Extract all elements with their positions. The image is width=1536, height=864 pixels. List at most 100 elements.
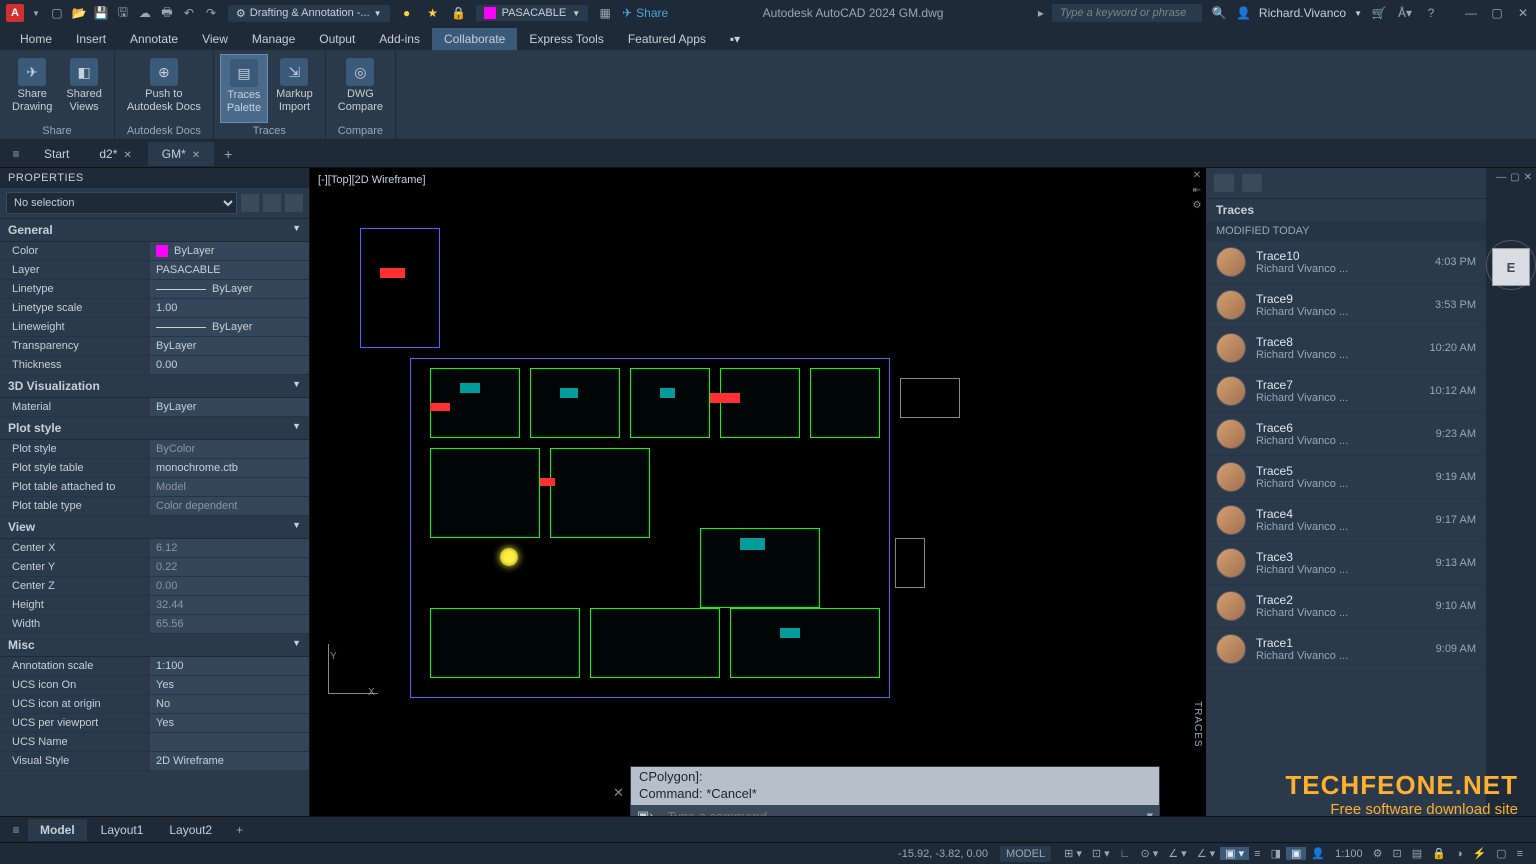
property-value[interactable]: monochrome.ctb (150, 459, 309, 477)
viewport-label[interactable]: [-][Top][2D Wireframe] (314, 172, 430, 188)
property-value[interactable]: 2D Wireframe (150, 752, 309, 770)
help-icon[interactable]: ? (1422, 4, 1440, 22)
trace-item[interactable]: Trace9 Richard Vivanco ... 3:53 PM (1206, 284, 1486, 327)
traces-settings-icon[interactable] (1242, 174, 1262, 192)
properties-body[interactable]: General▼ColorByLayerLayerPASACABLELinety… (0, 219, 309, 828)
share-button[interactable]: ✈ Share (622, 6, 668, 20)
trace-item[interactable]: Trace4 Richard Vivanco ... 9:17 AM (1206, 499, 1486, 542)
viewcube[interactable]: E (1492, 248, 1530, 286)
property-row[interactable]: ColorByLayer (0, 242, 309, 261)
property-row[interactable]: Thickness0.00 (0, 356, 309, 375)
doc-tabs-menu-icon[interactable]: ≡ (4, 147, 28, 161)
clean-screen-icon[interactable]: ▢ (1491, 847, 1511, 860)
coordinates-readout[interactable]: -15.92, -3.82, 0.00 (898, 848, 988, 860)
tab-home[interactable]: Home (8, 28, 64, 50)
redo-icon[interactable]: ↷ (202, 4, 220, 22)
property-value[interactable]: 0.00 (150, 356, 309, 374)
tab-output[interactable]: Output (307, 28, 367, 50)
tab-insert[interactable]: Insert (64, 28, 118, 50)
property-value[interactable]: PASACABLE (150, 261, 309, 279)
trace-item[interactable]: Trace2 Richard Vivanco ... 9:10 AM (1206, 585, 1486, 628)
property-row[interactable]: TransparencyByLayer (0, 337, 309, 356)
property-value[interactable]: 0.22 (150, 558, 309, 576)
property-row[interactable]: Annotation scale1:100 (0, 657, 309, 676)
property-category-header[interactable]: 3D Visualization▼ (0, 375, 309, 398)
property-row[interactable]: Plot table attached toModel (0, 478, 309, 497)
undo-icon[interactable]: ↶ (180, 4, 198, 22)
property-category-header[interactable]: Plot style▼ (0, 417, 309, 440)
otrack-toggle-icon[interactable]: ∠ ▾ (1192, 847, 1220, 860)
transparency-toggle-icon[interactable]: ◨ (1266, 847, 1286, 860)
property-row[interactable]: Linetype scale1.00 (0, 299, 309, 318)
layout-tab-layout2[interactable]: Layout2 (157, 819, 224, 841)
property-category-header[interactable]: Misc▼ (0, 634, 309, 657)
trace-item[interactable]: Trace3 Richard Vivanco ... 9:13 AM (1206, 542, 1486, 585)
property-value[interactable]: 65.56 (150, 615, 309, 633)
panel-close-icon[interactable]: ✕ (1188, 170, 1206, 181)
property-value[interactable]: 1:100 (150, 657, 309, 675)
toggle-pickadd-icon[interactable] (285, 194, 303, 212)
minimize-button[interactable]: — (1464, 6, 1478, 20)
property-value[interactable]: ByLayer (150, 398, 309, 416)
property-row[interactable]: Plot styleByColor (0, 440, 309, 459)
property-row[interactable]: MaterialByLayer (0, 398, 309, 417)
isolate-icon[interactable]: ◑ (1451, 848, 1468, 860)
property-value[interactable]: ByLayer (150, 318, 309, 336)
polar-toggle-icon[interactable]: ⊙ ▾ (1135, 847, 1163, 860)
markup-import-button[interactable]: ⇲Markup Import (270, 54, 319, 123)
new-tab-button[interactable]: + (216, 146, 240, 162)
app-logo[interactable]: A (6, 4, 24, 22)
lineweight-toggle-icon[interactable]: ≡ (1249, 848, 1265, 860)
cart-icon[interactable]: 🛒 (1370, 4, 1388, 22)
property-value[interactable]: ByLayer (150, 280, 309, 298)
new-layout-button[interactable]: + (226, 819, 253, 841)
tab-addins[interactable]: Add-ins (367, 28, 432, 50)
close-icon[interactable]: ✕ (123, 150, 131, 161)
property-value[interactable]: Model (150, 478, 309, 496)
doc-tab-start[interactable]: Start (30, 142, 83, 166)
property-row[interactable]: UCS Name (0, 733, 309, 752)
property-row[interactable]: Center X6.12 (0, 539, 309, 558)
snap-toggle-icon[interactable]: ⊡ ▾ (1087, 847, 1115, 860)
property-value[interactable]: 0.00 (150, 577, 309, 595)
property-value[interactable]: 32.44 (150, 596, 309, 614)
property-value[interactable]: ByLayer (150, 242, 309, 260)
property-value[interactable]: 6.12 (150, 539, 309, 557)
property-row[interactable]: UCS icon at originNo (0, 695, 309, 714)
modelspace-toggle[interactable]: MODEL (1000, 846, 1051, 862)
saveas-icon[interactable]: 🖫 (114, 4, 132, 22)
customize-icon[interactable]: ≡ (1512, 848, 1528, 860)
trace-item[interactable]: Trace1 Richard Vivanco ... 9:09 AM (1206, 628, 1486, 671)
panel-minimize-icon[interactable]: — (1496, 172, 1506, 183)
lock-ui-icon[interactable]: 🔒 (1427, 847, 1451, 860)
tab-annotate[interactable]: Annotate (118, 28, 190, 50)
tab-view[interactable]: View (190, 28, 240, 50)
property-row[interactable]: UCS per viewportYes (0, 714, 309, 733)
property-row[interactable]: Visual Style2D Wireframe (0, 752, 309, 771)
maximize-button[interactable]: ▢ (1490, 6, 1504, 20)
property-value[interactable]: Yes (150, 714, 309, 732)
app-store-icon[interactable]: Å▾ (1396, 4, 1414, 22)
search-caret-icon[interactable]: ▸ (1038, 6, 1044, 20)
close-button[interactable]: ✕ (1516, 6, 1530, 20)
web-mobile-icon[interactable]: ☁ (136, 4, 154, 22)
layout-tab-model[interactable]: Model (28, 819, 87, 841)
grid-icon[interactable]: ▦ (596, 4, 614, 22)
app-menu-arrow-icon[interactable]: ▼ (32, 9, 40, 18)
share-drawing-button[interactable]: ✈Share Drawing (6, 54, 58, 123)
property-row[interactable]: LineweightByLayer (0, 318, 309, 337)
doc-tab-d2[interactable]: d2*✕ (85, 142, 145, 166)
bulb-icon[interactable]: ● (398, 4, 416, 22)
panel-settings-icon[interactable]: ⚙ (1188, 200, 1206, 211)
shared-views-button[interactable]: ◧Shared Views (60, 54, 107, 123)
property-value[interactable]: 1.00 (150, 299, 309, 317)
panel-close-icon[interactable]: ✕ (1524, 172, 1532, 183)
panel-restore-icon[interactable]: ▢ (1510, 172, 1519, 183)
property-value[interactable]: ByLayer (150, 337, 309, 355)
osnap-toggle-icon[interactable]: ▣ ▾ (1220, 847, 1249, 860)
new-icon[interactable]: ▢ (48, 4, 66, 22)
close-icon[interactable]: ✕ (192, 150, 200, 161)
property-value[interactable] (150, 733, 309, 751)
chevron-down-icon[interactable]: ▼ (1354, 9, 1362, 18)
user-name[interactable]: Richard.Vivanco (1259, 6, 1346, 20)
